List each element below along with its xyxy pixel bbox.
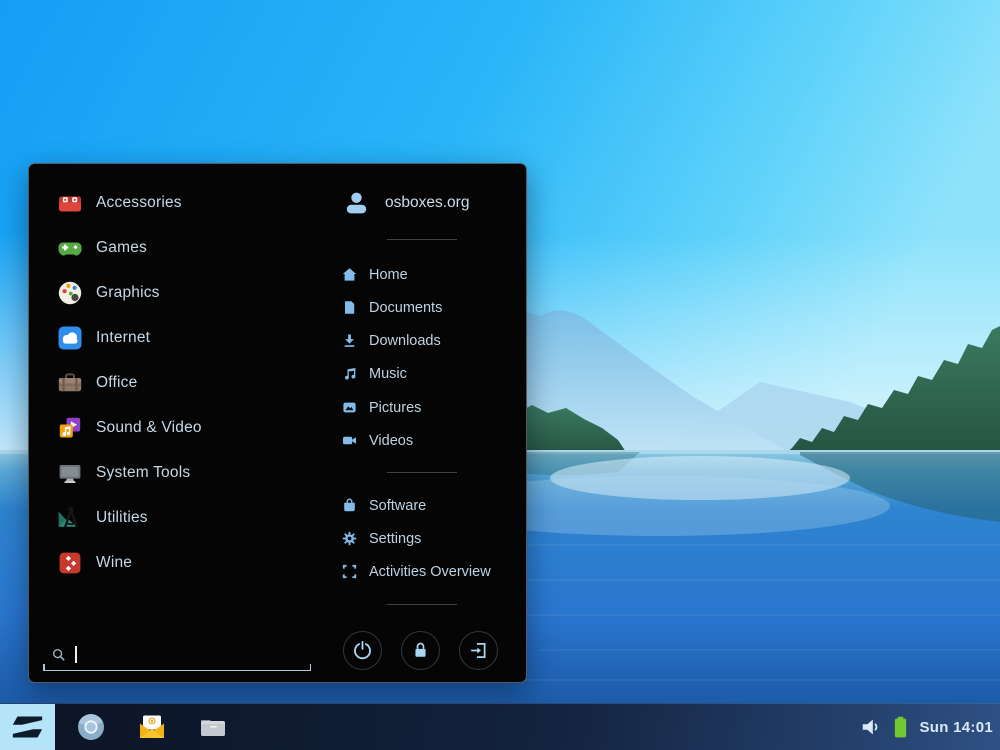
menu-item-activities-overview[interactable]: Activities Overview xyxy=(342,555,532,588)
app-menu-panel: Accessories Games Graphics xyxy=(28,163,527,683)
category-label: Internet xyxy=(96,329,150,347)
text-cursor xyxy=(75,646,77,663)
gear-icon xyxy=(342,531,357,546)
volume-indicator[interactable] xyxy=(860,716,882,738)
battery-indicator[interactable] xyxy=(893,715,908,740)
music-notes-icon xyxy=(342,366,357,381)
palette-icon xyxy=(56,279,84,307)
category-label: System Tools xyxy=(96,464,190,482)
place-label: Downloads xyxy=(369,333,441,349)
toolbox-icon xyxy=(56,189,84,217)
menu-category-wine[interactable]: Wine xyxy=(56,540,318,585)
home-icon xyxy=(342,267,357,282)
logout-button[interactable] xyxy=(459,631,498,670)
category-label: Wine xyxy=(96,554,132,572)
menu-category-system-tools[interactable]: System Tools xyxy=(56,450,318,495)
menu-category-sound-video[interactable]: Sound & Video xyxy=(56,405,318,450)
speaker-icon xyxy=(860,716,882,738)
place-label: Documents xyxy=(369,300,442,316)
menu-category-utilities[interactable]: Utilities xyxy=(56,495,318,540)
place-label: Pictures xyxy=(369,400,421,416)
photo-icon xyxy=(342,400,357,415)
padlock-icon xyxy=(410,640,431,661)
chromium-globe-icon xyxy=(76,712,106,742)
place-label: Music xyxy=(369,366,407,382)
search-icon xyxy=(52,648,66,662)
category-label: Utilities xyxy=(96,509,148,527)
category-label: Sound & Video xyxy=(96,419,202,437)
browser-app-button[interactable] xyxy=(60,704,121,750)
username: osboxes.org xyxy=(385,194,469,212)
media-note-play-icon xyxy=(56,414,84,442)
place-videos[interactable]: Videos xyxy=(342,424,532,457)
drafting-compass-icon xyxy=(56,504,84,532)
folder-icon xyxy=(198,712,228,742)
search-field[interactable] xyxy=(43,642,311,671)
menu-category-graphics[interactable]: Graphics xyxy=(56,270,318,315)
wine-diamonds-icon xyxy=(56,549,84,577)
category-label: Office xyxy=(96,374,137,392)
menu-category-accessories[interactable]: Accessories xyxy=(56,180,318,225)
place-label: Home xyxy=(369,267,408,283)
menu-item-label: Settings xyxy=(369,531,421,547)
video-camera-icon xyxy=(342,433,357,448)
cloud-icon xyxy=(56,324,84,352)
place-downloads[interactable]: Downloads xyxy=(342,324,532,357)
taskbar-status-area: Sun 14:01 xyxy=(860,704,1000,750)
document-icon xyxy=(342,300,357,315)
software-bag-icon xyxy=(342,498,357,513)
menu-item-label: Software xyxy=(369,498,426,514)
zorin-menu-button[interactable] xyxy=(0,704,55,750)
overview-brackets-icon xyxy=(342,564,357,579)
power-button[interactable] xyxy=(343,631,382,670)
category-label: Accessories xyxy=(96,194,182,212)
menu-item-settings[interactable]: Settings xyxy=(342,522,532,555)
divider xyxy=(387,604,457,605)
battery-full-icon xyxy=(893,715,908,740)
category-label: Games xyxy=(96,239,147,257)
envelope-at-icon xyxy=(137,712,167,742)
divider xyxy=(387,239,457,240)
zorin-logo-icon xyxy=(11,715,44,739)
briefcase-icon xyxy=(56,369,84,397)
clock[interactable]: Sun 14:01 xyxy=(919,719,993,736)
session-actions xyxy=(343,631,498,670)
mail-app-button[interactable] xyxy=(121,704,182,750)
place-label: Videos xyxy=(369,433,413,449)
place-pictures[interactable]: Pictures xyxy=(342,391,532,424)
lock-button[interactable] xyxy=(401,631,440,670)
user-menu-item[interactable]: osboxes.org xyxy=(343,187,469,219)
menu-category-office[interactable]: Office xyxy=(56,360,318,405)
files-app-button[interactable] xyxy=(182,704,243,750)
taskbar: Sun 14:01 xyxy=(0,703,1000,750)
exit-arrow-icon xyxy=(468,640,489,661)
menu-item-software[interactable]: Software xyxy=(342,489,532,522)
menu-item-label: Activities Overview xyxy=(369,564,491,580)
place-music[interactable]: Music xyxy=(342,357,532,390)
user-avatar-icon xyxy=(343,190,370,217)
menu-category-games[interactable]: Games xyxy=(56,225,318,270)
monitor-icon xyxy=(56,459,84,487)
power-icon xyxy=(352,640,373,661)
taskbar-apps xyxy=(60,704,243,750)
divider xyxy=(387,472,457,473)
download-arrow-icon xyxy=(342,333,357,348)
place-documents[interactable]: Documents xyxy=(342,291,532,324)
gamepad-icon xyxy=(56,234,84,262)
place-home[interactable]: Home xyxy=(342,258,532,291)
menu-category-internet[interactable]: Internet xyxy=(56,315,318,360)
taskbar-spacer xyxy=(243,704,860,750)
category-label: Graphics xyxy=(96,284,160,302)
